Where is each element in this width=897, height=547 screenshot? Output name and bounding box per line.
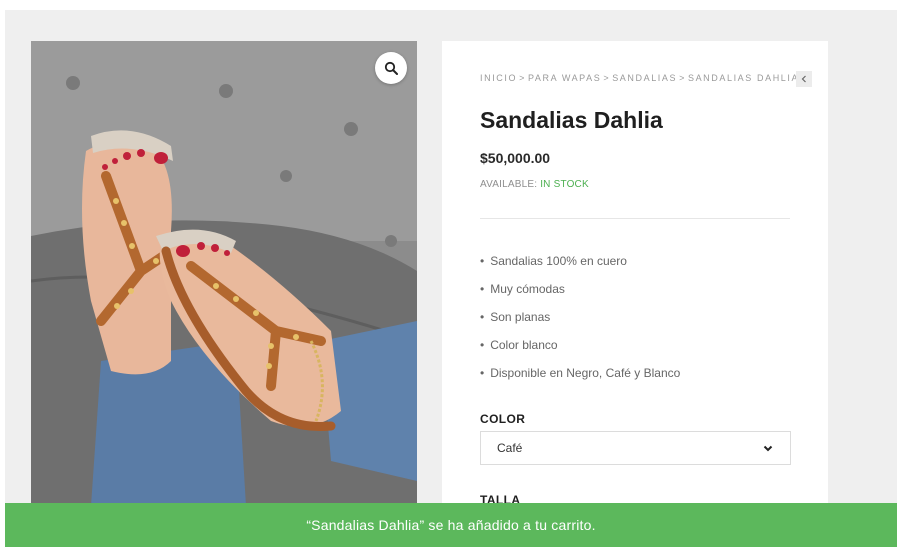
feature-item: Color blanco <box>480 337 680 365</box>
color-select-value: Café <box>497 441 523 455</box>
availability: AVAILABLE: IN STOCK <box>480 179 589 190</box>
chevron-down-icon <box>763 445 773 452</box>
breadcrumb-current: SANDALIAS DAHLIA <box>687 73 800 83</box>
cart-notice[interactable]: “Sandalias Dahlia” se ha añadido a tu ca… <box>5 503 897 547</box>
color-label: COLOR <box>480 412 526 426</box>
color-select[interactable]: Café <box>480 431 791 465</box>
product-price: $50,000.00 <box>480 150 551 166</box>
breadcrumb-sandalias[interactable]: SANDALIAS <box>612 73 677 83</box>
stock-status: IN STOCK <box>540 179 589 190</box>
breadcrumb-home[interactable]: INICIO <box>480 73 517 83</box>
breadcrumb-separator: > <box>519 73 526 83</box>
previous-product-button[interactable] <box>796 71 812 87</box>
magnifier-icon <box>384 61 398 75</box>
feature-item: Disponible en Negro, Café y Blanco <box>480 365 680 393</box>
availability-label: AVAILABLE: <box>480 179 538 190</box>
feature-list: Sandalias 100% en cuero Muy cómodas Son … <box>480 253 680 393</box>
product-photo <box>31 41 417 506</box>
divider <box>480 218 790 219</box>
feature-item: Muy cómodas <box>480 281 680 309</box>
product-summary: INICIO > PARA WAPAS > SANDALIAS > SANDAL… <box>442 41 828 511</box>
zoom-button[interactable] <box>375 52 407 84</box>
product-image[interactable] <box>31 41 417 506</box>
product-title: Sandalias Dahlia <box>480 107 663 133</box>
breadcrumb: INICIO > PARA WAPAS > SANDALIAS > SANDAL… <box>480 73 800 83</box>
cart-notice-message: “Sandalias Dahlia” se ha añadido a tu ca… <box>306 517 596 533</box>
feature-item: Son planas <box>480 309 680 337</box>
breadcrumb-separator: > <box>679 73 686 83</box>
feature-item: Sandalias 100% en cuero <box>480 253 680 281</box>
breadcrumb-para-wapas[interactable]: PARA WAPAS <box>528 73 601 83</box>
breadcrumb-separator: > <box>603 73 611 83</box>
chevron-left-icon <box>801 75 806 83</box>
